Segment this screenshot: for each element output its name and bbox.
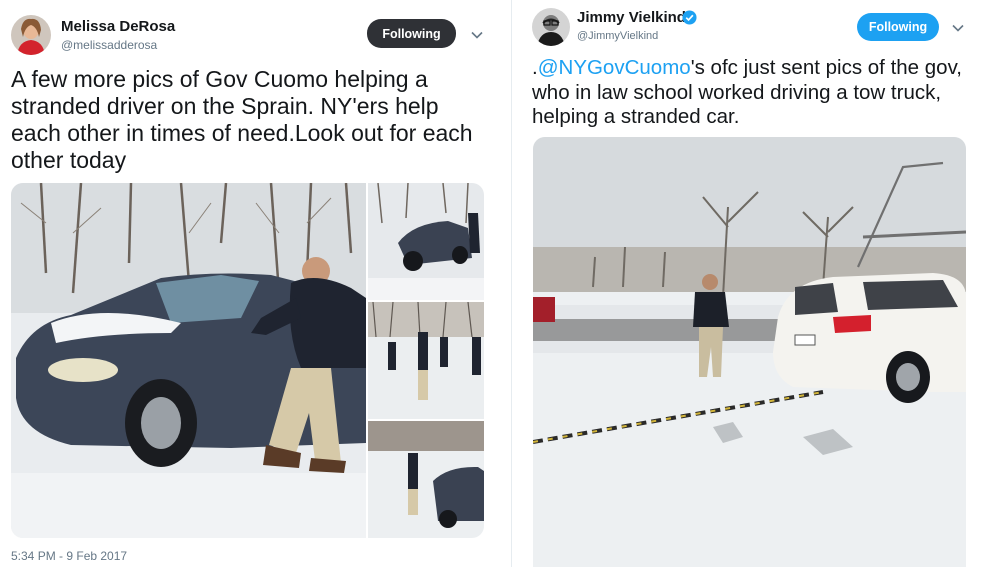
tweet-text: A few more pics of Gov Cuomo helping a s… <box>11 66 473 173</box>
divider <box>511 0 512 567</box>
avatar[interactable] <box>532 8 570 46</box>
following-button[interactable]: Following <box>367 19 456 48</box>
car-in-snow-photo[interactable] <box>368 183 484 300</box>
following-button-label: Following <box>868 20 928 34</box>
cuomo-pushing-car-photo[interactable] <box>11 183 366 538</box>
chevron-down-icon[interactable] <box>950 20 966 36</box>
avatar[interactable] <box>11 15 51 55</box>
chevron-down-icon[interactable] <box>469 27 485 43</box>
people-on-road-photo[interactable] <box>368 302 484 419</box>
tweet-melissa-derosa: Melissa DeRosa @melissadderosa Following… <box>0 0 500 567</box>
tweet-timestamp[interactable]: 5:34 PM - 9 Feb 2017 <box>11 549 127 563</box>
tweet-text: .@NYGovCuomo's ofc just sent pics of the… <box>532 56 972 130</box>
cuomo-walking-photo[interactable] <box>368 421 484 538</box>
tweet-jimmy-vielkind: Jimmy Vielkind @JimmyVielkind Following … <box>522 0 1000 567</box>
author-name[interactable]: Melissa DeRosa <box>61 18 175 35</box>
author-handle[interactable]: @melissadderosa <box>61 38 157 52</box>
tow-strap-car-photo[interactable] <box>533 137 966 567</box>
verified-badge-icon <box>682 10 697 25</box>
author-handle[interactable]: @JimmyVielkind <box>577 30 658 42</box>
author-name[interactable]: Jimmy Vielkind <box>577 9 686 26</box>
mention-link[interactable]: @NYGovCuomo <box>538 56 691 79</box>
following-button[interactable]: Following <box>857 13 939 41</box>
following-button-label: Following <box>382 26 441 41</box>
